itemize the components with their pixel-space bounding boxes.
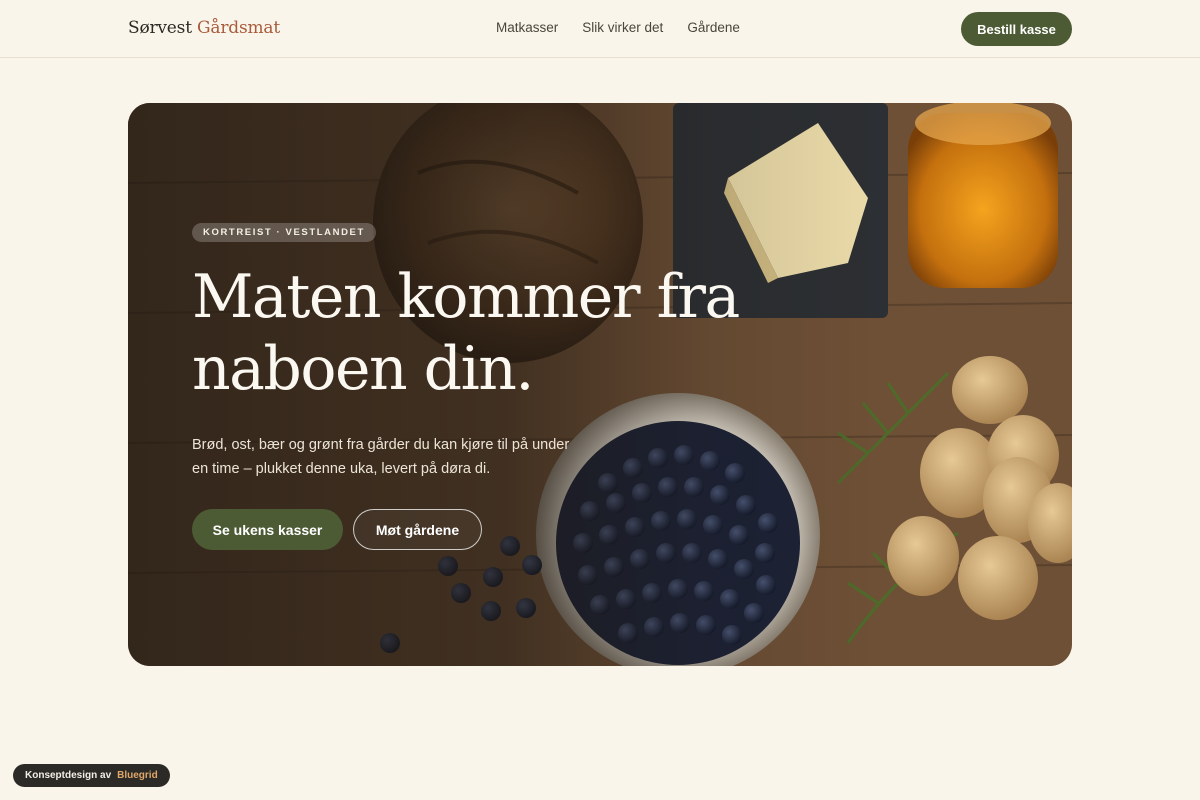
nav-link-gardene[interactable]: Gårdene xyxy=(687,20,740,35)
see-weekly-boxes-button[interactable]: Se ukens kasser xyxy=(192,509,343,550)
brand-name: Sørvest xyxy=(128,18,192,38)
hero-section: KORTREIST · VESTLANDET Maten kommer fra … xyxy=(128,103,1072,666)
hero-description: Brød, ost, bær og grønt fra gårder du ka… xyxy=(192,437,570,477)
hero-headline-line2: naboen din. xyxy=(192,334,534,404)
nav-link-slik-virker-det[interactable]: Slik virker det xyxy=(582,20,663,35)
brand-logo[interactable]: Sørvest Gårdsmat xyxy=(128,18,280,38)
hero-headline: Maten kommer fra naboen din. xyxy=(192,261,772,405)
site-header: Sørvest Gårdsmat Matkasser Slik virker d… xyxy=(0,0,1200,58)
main-nav: Matkasser Slik virker det Gårdene xyxy=(496,20,740,35)
meet-farms-button[interactable]: Møt gårdene xyxy=(353,509,482,550)
hero-eyebrow-badge: KORTREIST · VESTLANDET xyxy=(192,223,376,242)
design-credit-badge[interactable]: Konseptdesign av Bluegrid xyxy=(13,764,170,787)
brand-name-accent: Gårdsmat xyxy=(197,18,280,38)
credit-studio: Bluegrid xyxy=(117,770,158,781)
hero-headline-line1: Maten kommer fra xyxy=(192,262,740,332)
nav-link-matkasser[interactable]: Matkasser xyxy=(496,20,558,35)
order-box-button[interactable]: Bestill kasse xyxy=(961,12,1072,46)
credit-prefix: Konseptdesign av xyxy=(25,770,112,781)
